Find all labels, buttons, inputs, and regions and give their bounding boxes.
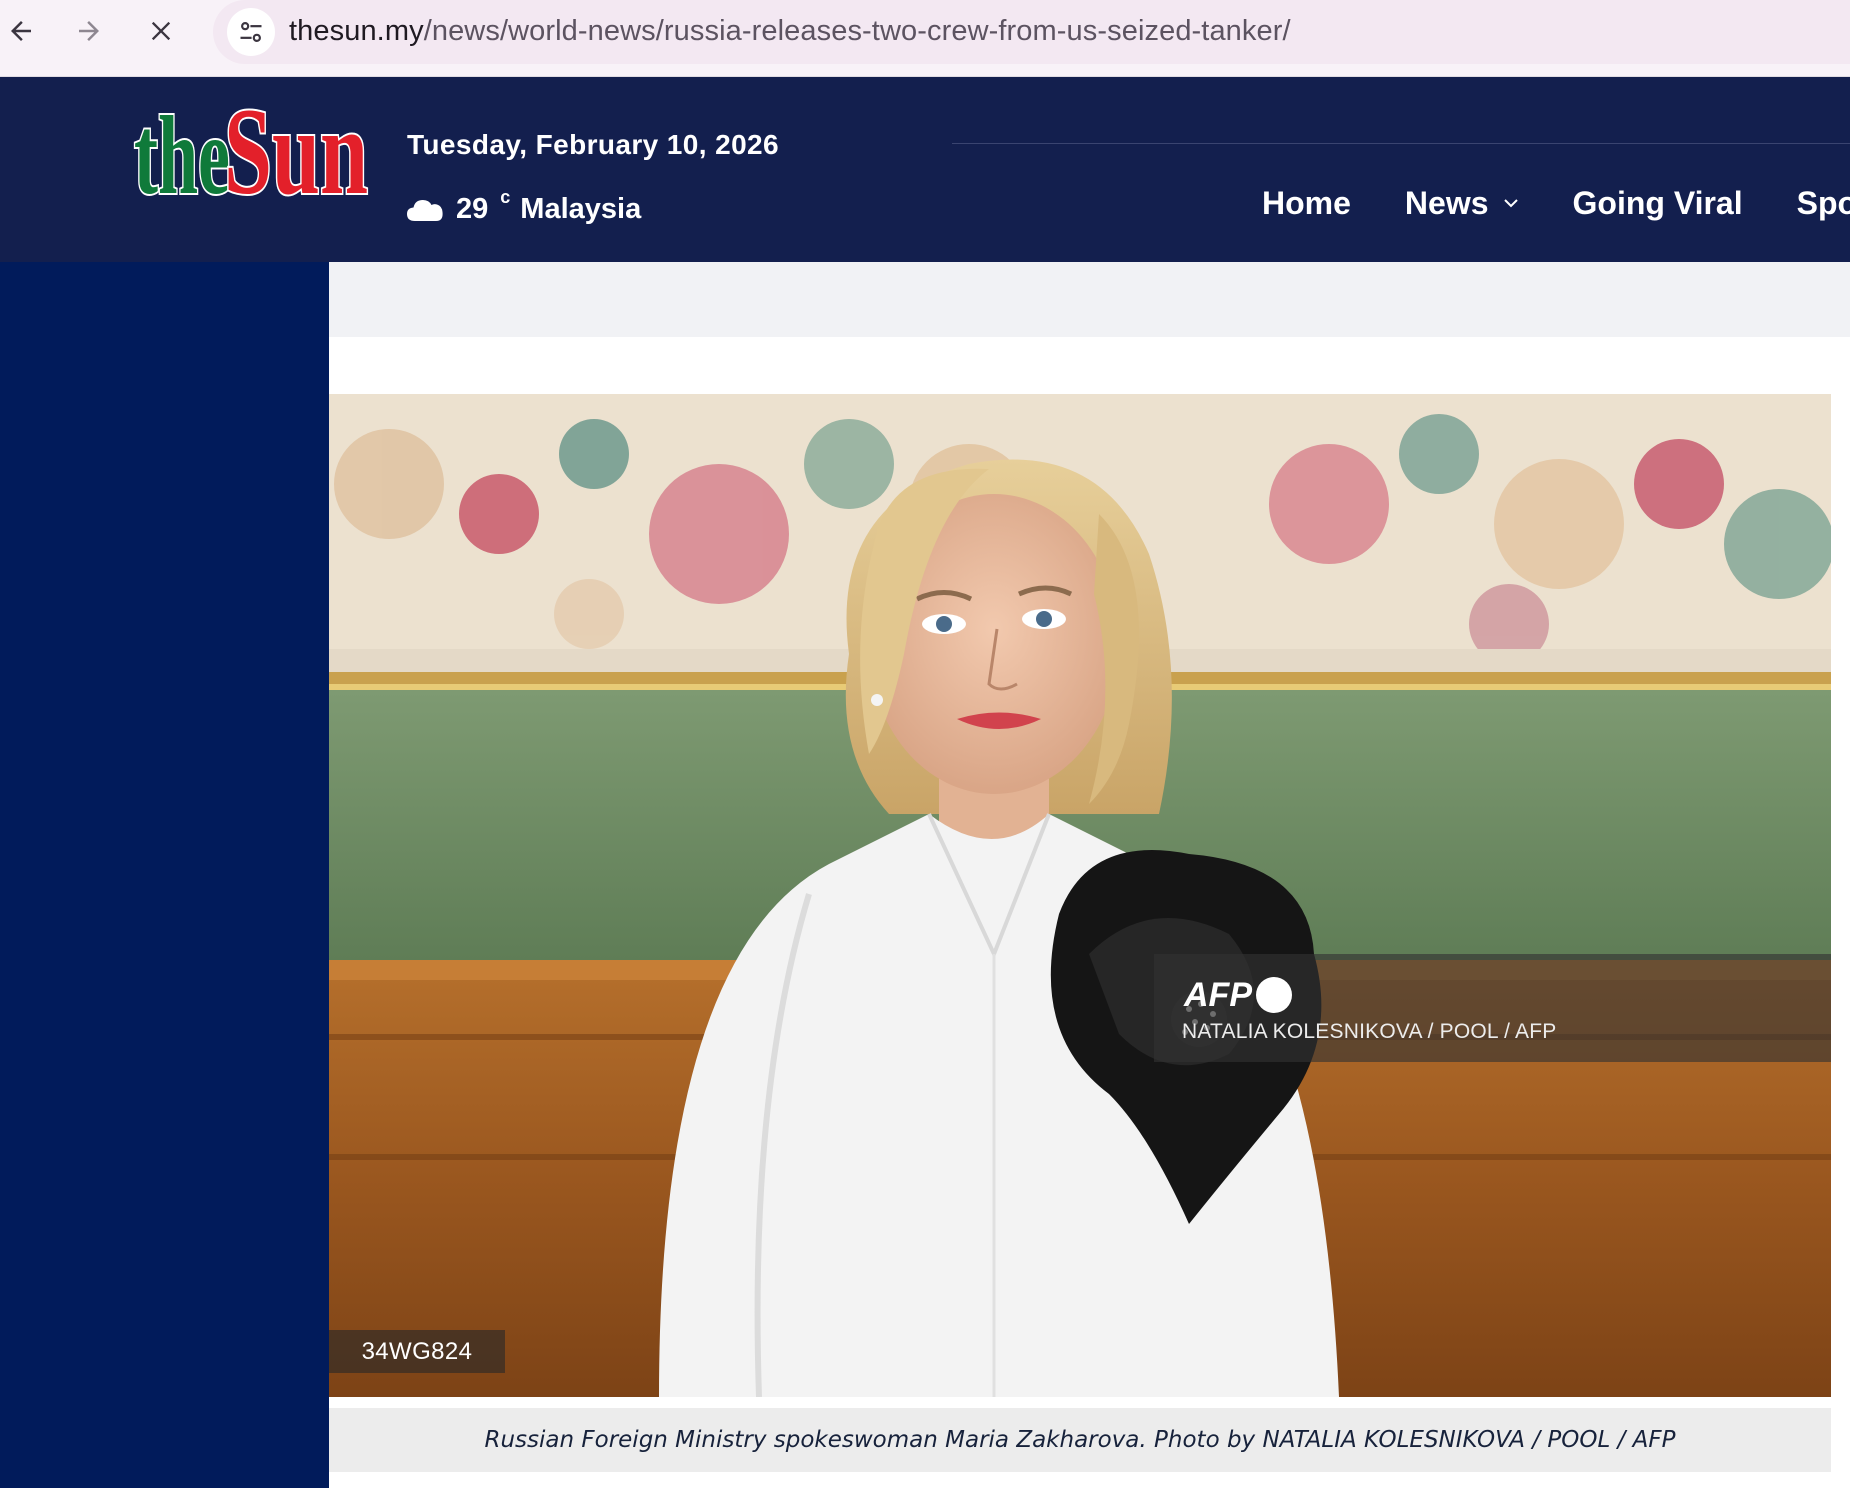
nav-item-label: Spo [1796, 184, 1850, 221]
back-button[interactable] [0, 10, 42, 52]
photo-id-badge: 34WG824 [329, 1330, 505, 1373]
article-photo-image [329, 394, 1831, 1397]
site-header: the Sun Tuesday, February 10, 2026 29 c … [0, 77, 1850, 262]
afp-watermark: AFP NATALIA KOLESNIKOVA / POOL / AFP [1154, 954, 1831, 1062]
nav-item-sport[interactable]: Spo [1797, 185, 1850, 222]
close-icon [151, 21, 171, 41]
site-info-button[interactable] [227, 8, 275, 56]
url-path: /news/world-news/russia-releases-two-cre… [423, 15, 1291, 47]
nav-item-label: Going Viral [1572, 184, 1743, 221]
address-bar[interactable]: thesun.my/news/world-news/russia-release… [213, 0, 1850, 64]
photo-watermark-credit: NATALIA KOLESNIKOVA / POOL / AFP [1182, 1020, 1557, 1043]
browser-toolbar: thesun.my/news/world-news/russia-release… [0, 0, 1850, 77]
afp-logo-dot [1256, 977, 1292, 1013]
stop-loading-button[interactable] [140, 10, 182, 52]
header-divider [952, 143, 1850, 144]
weather-unit: c [500, 186, 511, 207]
svg-text:the: the [134, 94, 230, 210]
back-arrow-icon [11, 21, 31, 41]
thesun-logo[interactable]: the Sun [130, 85, 370, 210]
weather-widget: 29 c Malaysia [406, 186, 642, 229]
ad-placeholder-band [329, 262, 1850, 337]
nav-item-home[interactable]: Home [1262, 185, 1351, 222]
weather-temperature: 29 [456, 192, 489, 225]
main-navigation: Home News Going Viral Spo [1262, 179, 1850, 227]
afp-logo: AFP [1184, 976, 1292, 1014]
photo-caption: Russian Foreign Ministry spokeswoman Mar… [329, 1408, 1831, 1472]
nav-item-news[interactable]: News [1405, 185, 1519, 222]
chevron-down-icon [1503, 199, 1518, 208]
nav-item-going-viral[interactable]: Going Viral [1573, 185, 1743, 222]
forward-arrow-icon [79, 21, 99, 41]
left-sidebar-rail [0, 262, 329, 1488]
forward-button[interactable] [68, 10, 110, 52]
photo-caption-text: Russian Foreign Ministry spokeswoman Mar… [484, 1427, 1676, 1453]
nav-item-label: News [1404, 184, 1489, 221]
current-date: Tuesday, February 10, 2026 [407, 129, 779, 160]
weather-location: Malaysia [520, 192, 642, 225]
article-photo[interactable] [329, 394, 1831, 1397]
afp-logo-text: AFP [1184, 975, 1252, 1014]
tune-icon [240, 22, 262, 42]
url-text[interactable]: thesun.my/news/world-news/russia-release… [289, 0, 1291, 64]
nav-item-label: Home [1262, 184, 1351, 221]
url-host: thesun.my [289, 15, 424, 47]
svg-text:Sun: Sun [224, 85, 368, 210]
cloud-icon [407, 200, 443, 221]
